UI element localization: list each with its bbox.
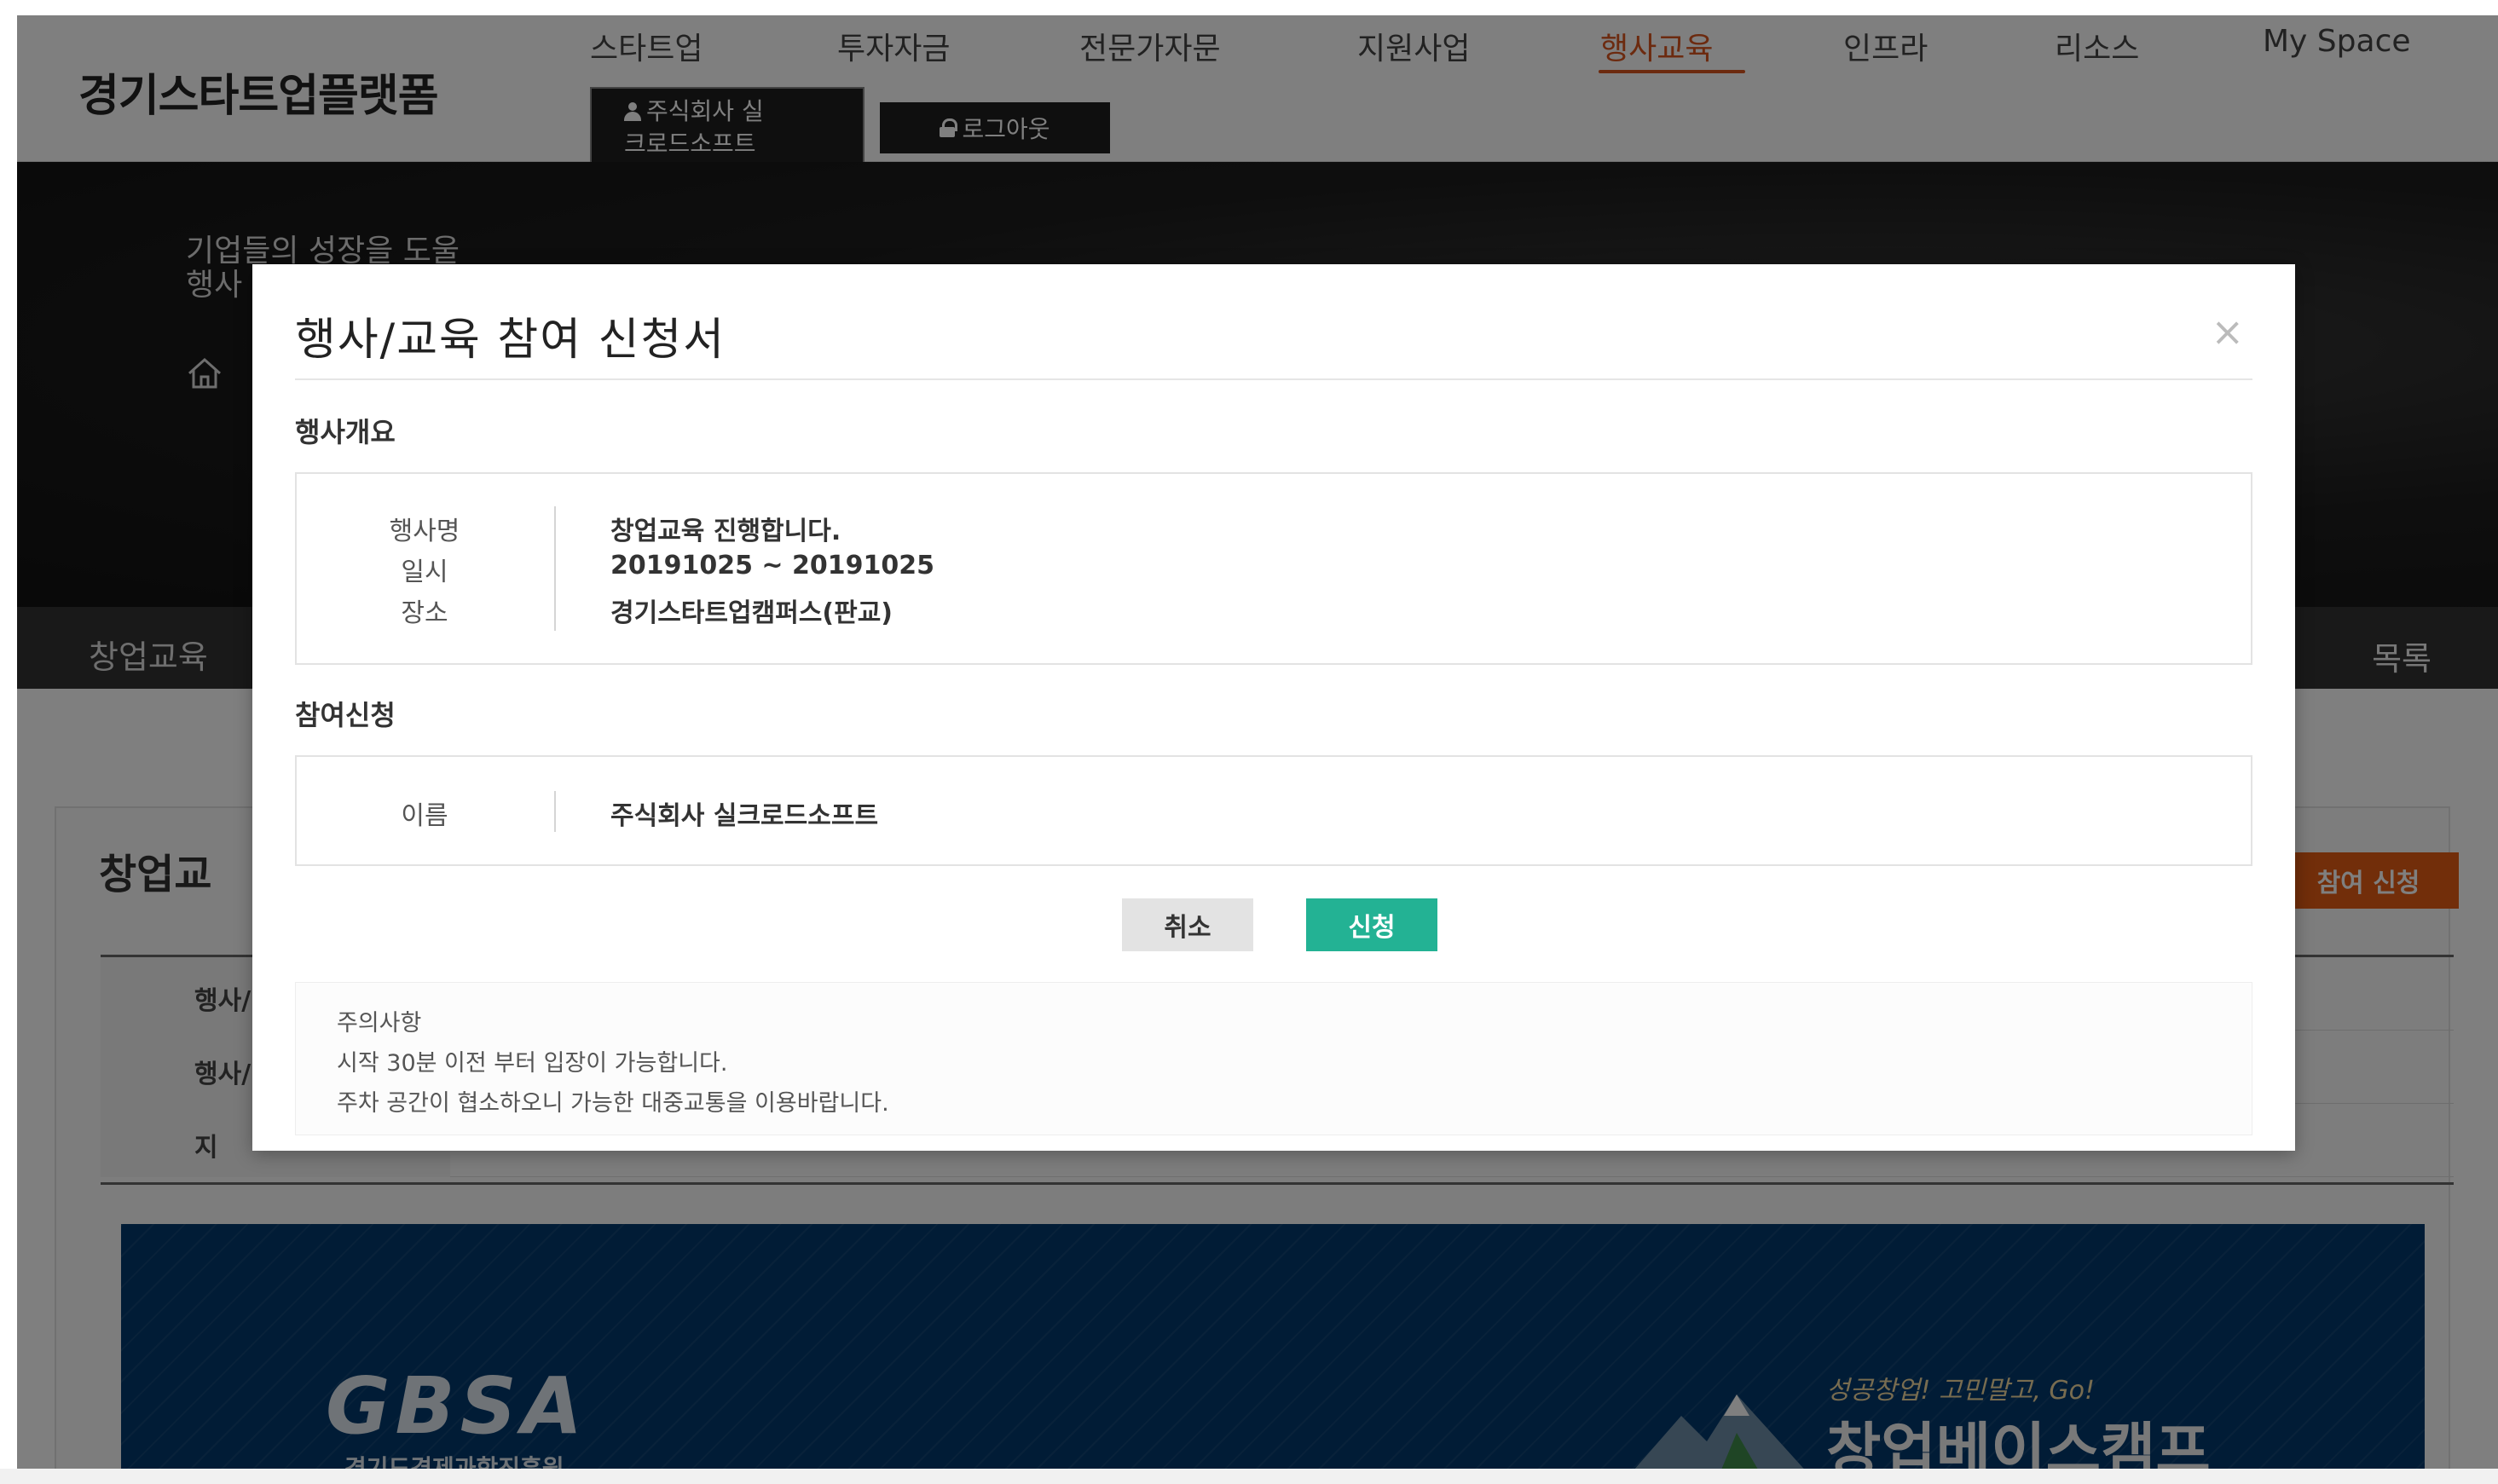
overview-row-date: 일시 20191025 ~ 20191025 (297, 551, 2251, 592)
modal-title: 행사/교육 참여 신청서 (295, 315, 726, 366)
apply-label: 이름 (401, 801, 448, 831)
overview-value: 20191025 ~ 20191025 (610, 551, 935, 580)
modal-divider (295, 378, 2252, 380)
overview-box: 행사명 창업교육 진행합니다. 일시 20191025 ~ 20191025 장… (295, 472, 2252, 665)
overview-value: 창업교육 진행합니다. (610, 517, 841, 546)
overview-label: 장소 (401, 598, 448, 628)
apply-box: 이름 주식회사 실크로드소프트 (295, 755, 2252, 866)
event-application-modal: 행사/교육 참여 신청서 × 행사개요 행사명 창업교육 진행합니다. 일시 2… (252, 264, 2295, 1151)
submit-button[interactable]: 신청 (1306, 898, 1437, 951)
close-icon[interactable]: × (2211, 312, 2244, 351)
apply-row-name: 이름 주식회사 실크로드소프트 (297, 794, 2251, 835)
overview-value: 경기스타트업캠퍼스(판교) (610, 598, 893, 628)
apply-value: 주식회사 실크로드소프트 (610, 801, 879, 831)
apply-heading: 참여신청 (295, 699, 396, 731)
notice-title: 주의사항 (337, 1010, 422, 1036)
bottom-strip (0, 1469, 2498, 1484)
overview-label: 일시 (401, 557, 448, 587)
overview-row-place: 장소 경기스타트업캠퍼스(판교) (297, 592, 2251, 632)
cancel-button[interactable]: 취소 (1122, 898, 1253, 951)
overview-label: 행사명 (389, 517, 460, 546)
notice-line: 주차 공간이 협소하오니 가능한 대중교통을 이용바랍니다. (337, 1090, 889, 1117)
overview-heading: 행사개요 (295, 416, 396, 448)
notice-line: 시작 30분 이전 부터 입장이 가능합니다. (337, 1050, 728, 1077)
notice-box: 주의사항 시작 30분 이전 부터 입장이 가능합니다. 주차 공간이 협소하오… (295, 982, 2252, 1135)
browser-viewport: 경기스타트업플랫폼 스타트업 투자자금 전문가자문 지원사업 행사교육 인프라 … (17, 15, 2498, 1469)
overview-row-name: 행사명 창업교육 진행합니다. (297, 510, 2251, 551)
